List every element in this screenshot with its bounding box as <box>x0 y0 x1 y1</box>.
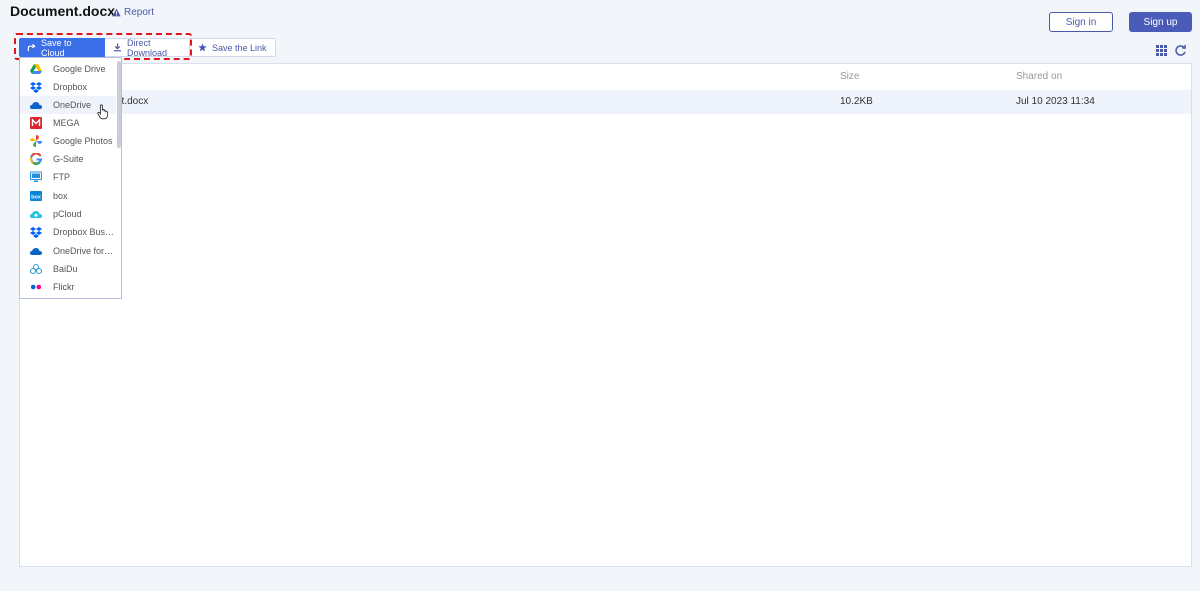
mega-icon <box>30 117 42 129</box>
save-the-link-label: Save the Link <box>212 42 267 53</box>
dropbox-icon <box>30 82 42 93</box>
menu-item-mega[interactable]: MEGA <box>20 114 116 132</box>
file-size-cell: 10.2KB <box>840 96 873 107</box>
google-drive-icon <box>30 64 42 74</box>
highlight-box <box>14 33 192 60</box>
menu-item-onedrive[interactable]: OneDrive <box>20 96 116 114</box>
warning-icon <box>112 8 121 17</box>
onedrive-business-icon <box>30 248 42 255</box>
menu-item-label: Flickr <box>53 282 75 292</box>
menu-item-box[interactable]: box box <box>20 187 116 205</box>
dropbox-business-icon <box>30 227 42 238</box>
menu-item-label: OneDrive <box>53 100 92 110</box>
menu-item-label: Dropbox Business <box>53 227 115 237</box>
menu-item-label: BaiDu <box>53 264 78 274</box>
table-row[interactable]: nt.docx 10.2KB Jul 10 2023 11:34 <box>20 90 1191 114</box>
ftp-icon <box>30 171 42 182</box>
grid-view-icon[interactable] <box>1156 45 1167 56</box>
menu-item-label: pCloud <box>53 209 82 219</box>
file-list-panel: Size Shared on nt.docx 10.2KB Jul 10 202… <box>19 63 1192 567</box>
report-label: Report <box>124 7 155 18</box>
column-header-shared-on[interactable]: Shared on <box>1016 71 1062 82</box>
menu-item-google-photos[interactable]: Google Photos <box>20 132 116 150</box>
menu-item-g-suite[interactable]: G-Suite <box>20 150 116 168</box>
g-suite-icon <box>30 153 42 165</box>
flickr-icon <box>30 284 42 290</box>
dropdown-scrollbar-thumb[interactable] <box>117 61 121 148</box>
shared-on-cell: Jul 10 2023 11:34 <box>1016 96 1095 107</box>
menu-item-dropbox-business[interactable]: Dropbox Business <box>20 223 116 241</box>
menu-item-ftp[interactable]: FTP <box>20 168 116 186</box>
google-photos-icon <box>30 135 42 147</box>
menu-item-label: FTP <box>53 172 70 182</box>
onedrive-icon <box>30 102 42 109</box>
menu-item-label: OneDrive for Business <box>53 246 115 256</box>
cloud-dropdown-menu: Google Drive Dropbox OneDrive MEGA Googl… <box>19 57 122 299</box>
star-icon <box>198 43 207 52</box>
menu-item-label: Google Drive <box>53 64 106 74</box>
sign-in-button[interactable]: Sign in <box>1049 12 1113 32</box>
menu-item-pcloud[interactable]: pCloud <box>20 205 116 223</box>
menu-item-label: box <box>53 191 68 201</box>
pcloud-icon <box>30 211 42 218</box>
menu-item-onedrive-business[interactable]: OneDrive for Business <box>20 242 116 260</box>
column-header-size[interactable]: Size <box>840 71 859 82</box>
svg-text:box: box <box>31 194 42 200</box>
menu-item-label: G-Suite <box>53 154 84 164</box>
menu-item-google-drive[interactable]: Google Drive <box>20 60 116 78</box>
menu-item-flickr[interactable]: Flickr <box>20 278 116 296</box>
menu-item-label: Google Photos <box>53 136 113 146</box>
menu-item-dropbox[interactable]: Dropbox <box>20 78 116 96</box>
refresh-icon[interactable] <box>1174 44 1187 57</box>
menu-item-baidu[interactable]: BaiDu <box>20 260 116 278</box>
sign-up-button[interactable]: Sign up <box>1129 12 1192 32</box>
box-icon: box <box>30 191 42 201</box>
menu-item-label: Dropbox <box>53 82 88 92</box>
page-title: Document.docx <box>10 3 116 19</box>
menu-item-label: MEGA <box>53 118 80 128</box>
baidu-icon <box>30 263 42 275</box>
report-link[interactable]: Report <box>112 7 154 18</box>
save-the-link-button[interactable]: Save the Link <box>190 38 276 57</box>
